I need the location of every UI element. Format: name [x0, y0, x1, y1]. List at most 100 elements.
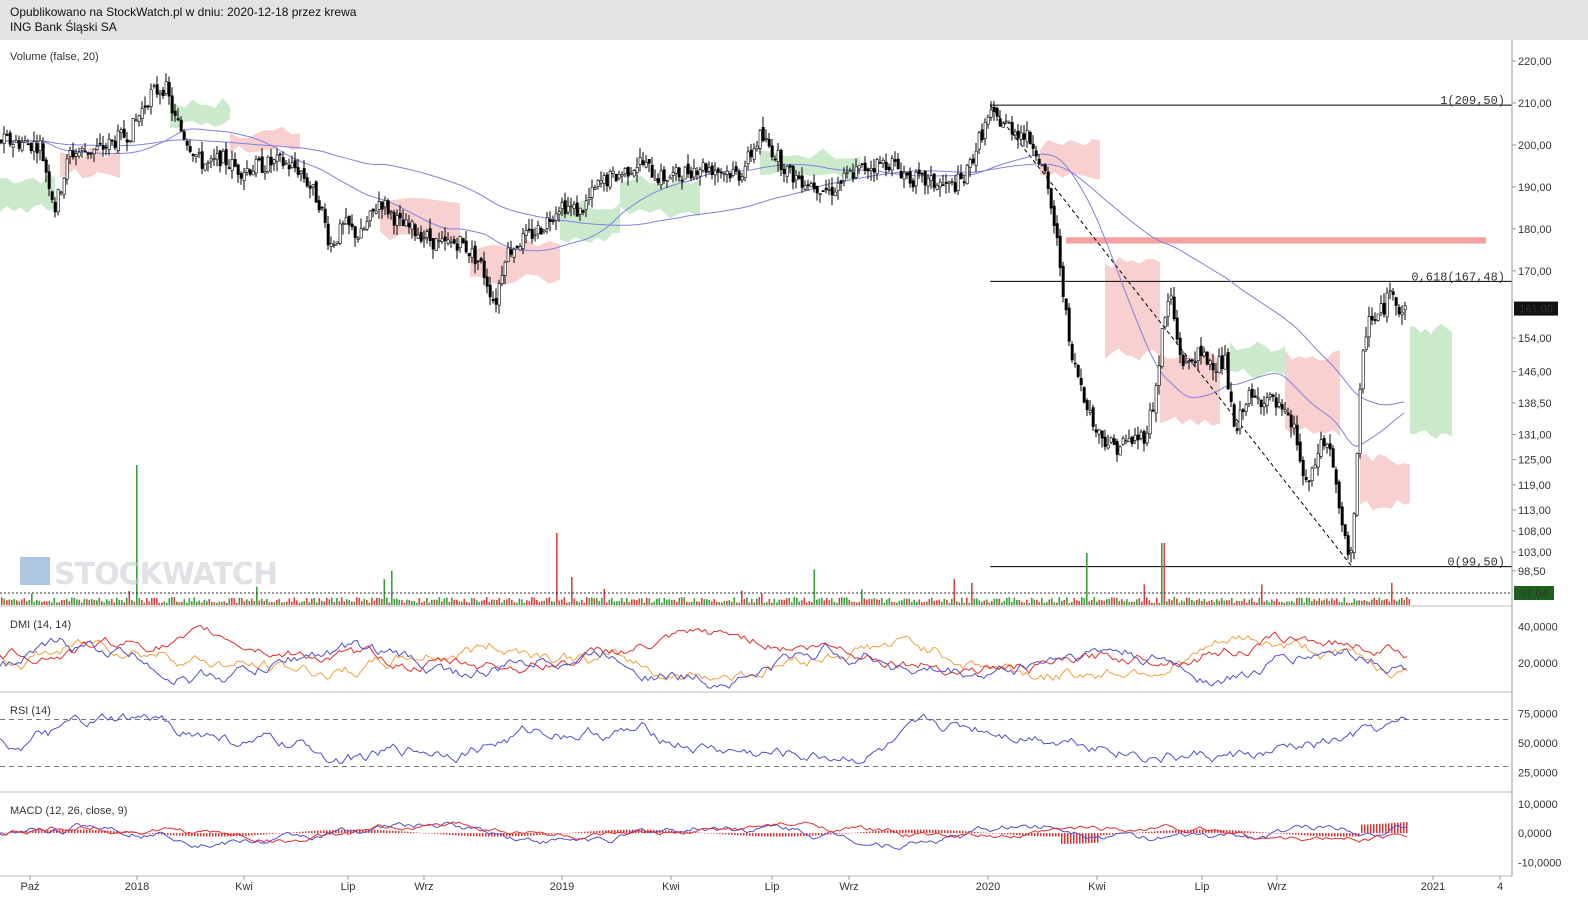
volume-bar: [863, 598, 866, 605]
candle-body: [1271, 394, 1275, 397]
volume-bar: [918, 599, 921, 605]
macd-histogram-bar: [1328, 833, 1330, 837]
candle-body: [995, 107, 999, 117]
x-tick-label: Wrz: [1267, 881, 1286, 893]
candle-body: [959, 172, 963, 179]
volume-bar: [926, 601, 928, 605]
volume-bar: [323, 601, 326, 605]
volume-bar: [363, 598, 366, 605]
candle-body: [1376, 313, 1380, 321]
volume-bar: [513, 602, 516, 605]
volume-bar: [968, 602, 971, 605]
volume-bar: [278, 598, 281, 605]
volume-bar: [53, 597, 56, 605]
volume-bar: [1068, 602, 1071, 605]
macd-histogram-bar: [251, 833, 253, 836]
candle-body: [776, 150, 780, 162]
volume-bar: [268, 602, 271, 605]
volume-bar: [673, 599, 676, 605]
price-panel: Volume (false, 20) 1(209,50) 0,618(167,48)…: [0, 51, 1512, 605]
candle-body: [413, 224, 417, 236]
volume-bar: [431, 599, 433, 605]
candle-body: [182, 131, 186, 140]
candle-body: [1151, 409, 1155, 412]
candle-body: [911, 180, 915, 188]
candle-body: [671, 172, 675, 176]
volume-bar: [976, 598, 978, 605]
volume-bar: [1403, 599, 1406, 605]
macd-histogram-bar: [200, 833, 202, 837]
volume-bar: [766, 602, 768, 605]
candle-body: [473, 245, 477, 265]
volume-bar: [943, 598, 946, 605]
volume-bar: [183, 599, 186, 605]
volume-bar: [1238, 601, 1241, 605]
candle-body: [125, 139, 129, 143]
candle-body: [623, 168, 627, 175]
macd-histogram-bar: [1310, 833, 1312, 836]
cloud-red: [1285, 349, 1340, 437]
volume-bar: [801, 600, 803, 605]
macd-histogram-bar: [905, 829, 907, 834]
candle-body: [56, 189, 60, 213]
macd-histogram-bar: [95, 830, 97, 834]
candle-body: [14, 140, 18, 143]
volume-bar: [1398, 599, 1401, 605]
volume-bar: [508, 598, 511, 605]
volume-bar: [1341, 602, 1343, 605]
candle-body: [812, 182, 816, 190]
candle-body: [1124, 440, 1128, 443]
price-panel-title: Volume (false, 20): [10, 51, 99, 63]
candle-body: [770, 145, 774, 158]
volume-bar: [496, 600, 498, 605]
x-tick-label: Lip: [1195, 881, 1210, 893]
candle-body: [644, 161, 648, 168]
volume-bar: [83, 599, 86, 605]
candle-body: [1289, 414, 1293, 428]
candle-body: [86, 152, 90, 155]
volume-bar: [973, 598, 976, 605]
volume-bar: [586, 597, 588, 605]
candle-body: [356, 237, 360, 240]
price-tick-label: 125,00: [1518, 455, 1552, 467]
x-tick-label: Lip: [341, 881, 356, 893]
volume-bar: [1208, 600, 1211, 605]
volume-bar: [266, 599, 268, 605]
candle-body: [662, 169, 666, 182]
macd-histogram-bar: [1268, 832, 1270, 834]
macd-histogram-bar: [248, 833, 250, 836]
volume-bar: [551, 601, 553, 605]
macd-histogram-bar: [140, 832, 142, 834]
volume-bar: [161, 602, 163, 605]
macd-histogram-bar: [380, 830, 382, 834]
macd-histogram-bar: [584, 831, 586, 834]
volume-bar: [833, 601, 836, 605]
volume-bar: [1303, 602, 1306, 605]
volume-bar: [616, 601, 618, 605]
macd-histogram-bar: [152, 833, 154, 834]
macd-histogram-bar: [1340, 833, 1342, 837]
candle-body: [743, 166, 747, 179]
volume-bar: [1036, 599, 1038, 605]
macd-histogram-bar: [92, 829, 94, 834]
volume-bar: [891, 601, 893, 605]
volume-bar: [963, 602, 966, 605]
macd-histogram-bar: [797, 833, 799, 837]
candle-body: [686, 163, 690, 175]
candle-body: [584, 200, 588, 210]
macd-histogram-bar: [77, 829, 79, 834]
candle-body: [2, 133, 6, 144]
volume-bar: [1026, 599, 1028, 605]
price-tick-label: 113,00: [1518, 505, 1551, 517]
volume-bar: [1148, 600, 1151, 605]
macd-histogram-bar: [1256, 831, 1258, 834]
volume-bar: [6, 600, 8, 605]
rsi-panel-title: RSI (14): [10, 705, 51, 717]
macd-histogram-bar: [1019, 833, 1021, 836]
candle-body: [1052, 205, 1056, 226]
candle-body: [464, 240, 468, 253]
volume-bar: [1353, 598, 1356, 605]
candle-body: [779, 149, 783, 170]
volume-bar: [516, 602, 518, 605]
volume-bar: [948, 602, 951, 605]
